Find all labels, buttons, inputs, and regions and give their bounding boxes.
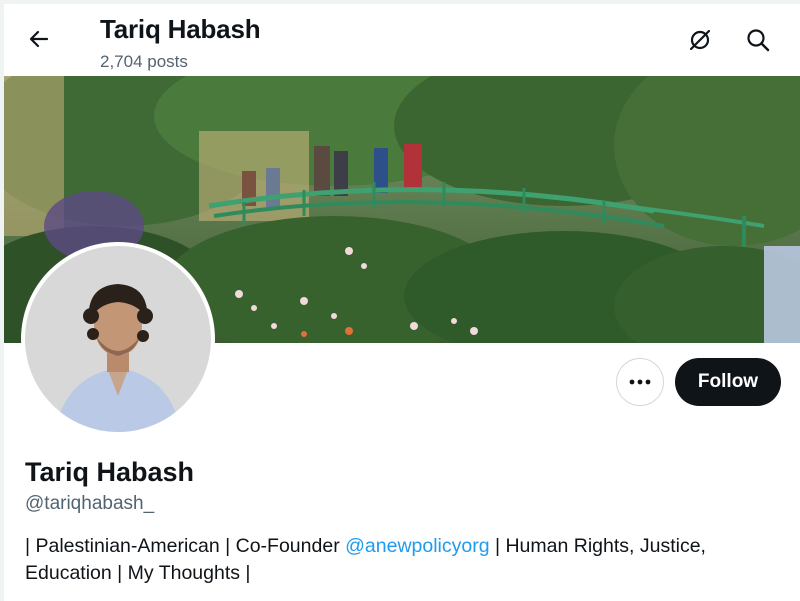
- header-title: Tariq Habash: [100, 14, 261, 44]
- header-post-count: 2,704 posts: [100, 52, 188, 71]
- profile-display-name: Tariq Habash: [25, 457, 195, 487]
- profile-handle: @tariqhabash_: [25, 493, 155, 514]
- follow-button[interactable]: Follow: [675, 358, 781, 406]
- profile-bio: | Palestinian-American | Co-Founder @ane…: [25, 533, 775, 587]
- bio-mention-link[interactable]: @anewpolicyorg: [345, 535, 489, 557]
- search-icon: [747, 29, 770, 52]
- back-button[interactable]: [22, 22, 56, 56]
- arrow-left-icon: [29, 30, 49, 48]
- more-options-button[interactable]: [616, 358, 664, 406]
- bio-text-start: | Palestinian-American | Co-Founder: [25, 535, 346, 557]
- grok-icon: [689, 29, 711, 51]
- avatar-photo: [25, 246, 211, 432]
- search-button[interactable]: [744, 26, 772, 54]
- profile-header: Tariq Habash 2,704 posts: [4, 4, 800, 76]
- more-dots-icon: [629, 379, 651, 385]
- profile-avatar[interactable]: [25, 246, 211, 432]
- grok-button[interactable]: [686, 26, 714, 54]
